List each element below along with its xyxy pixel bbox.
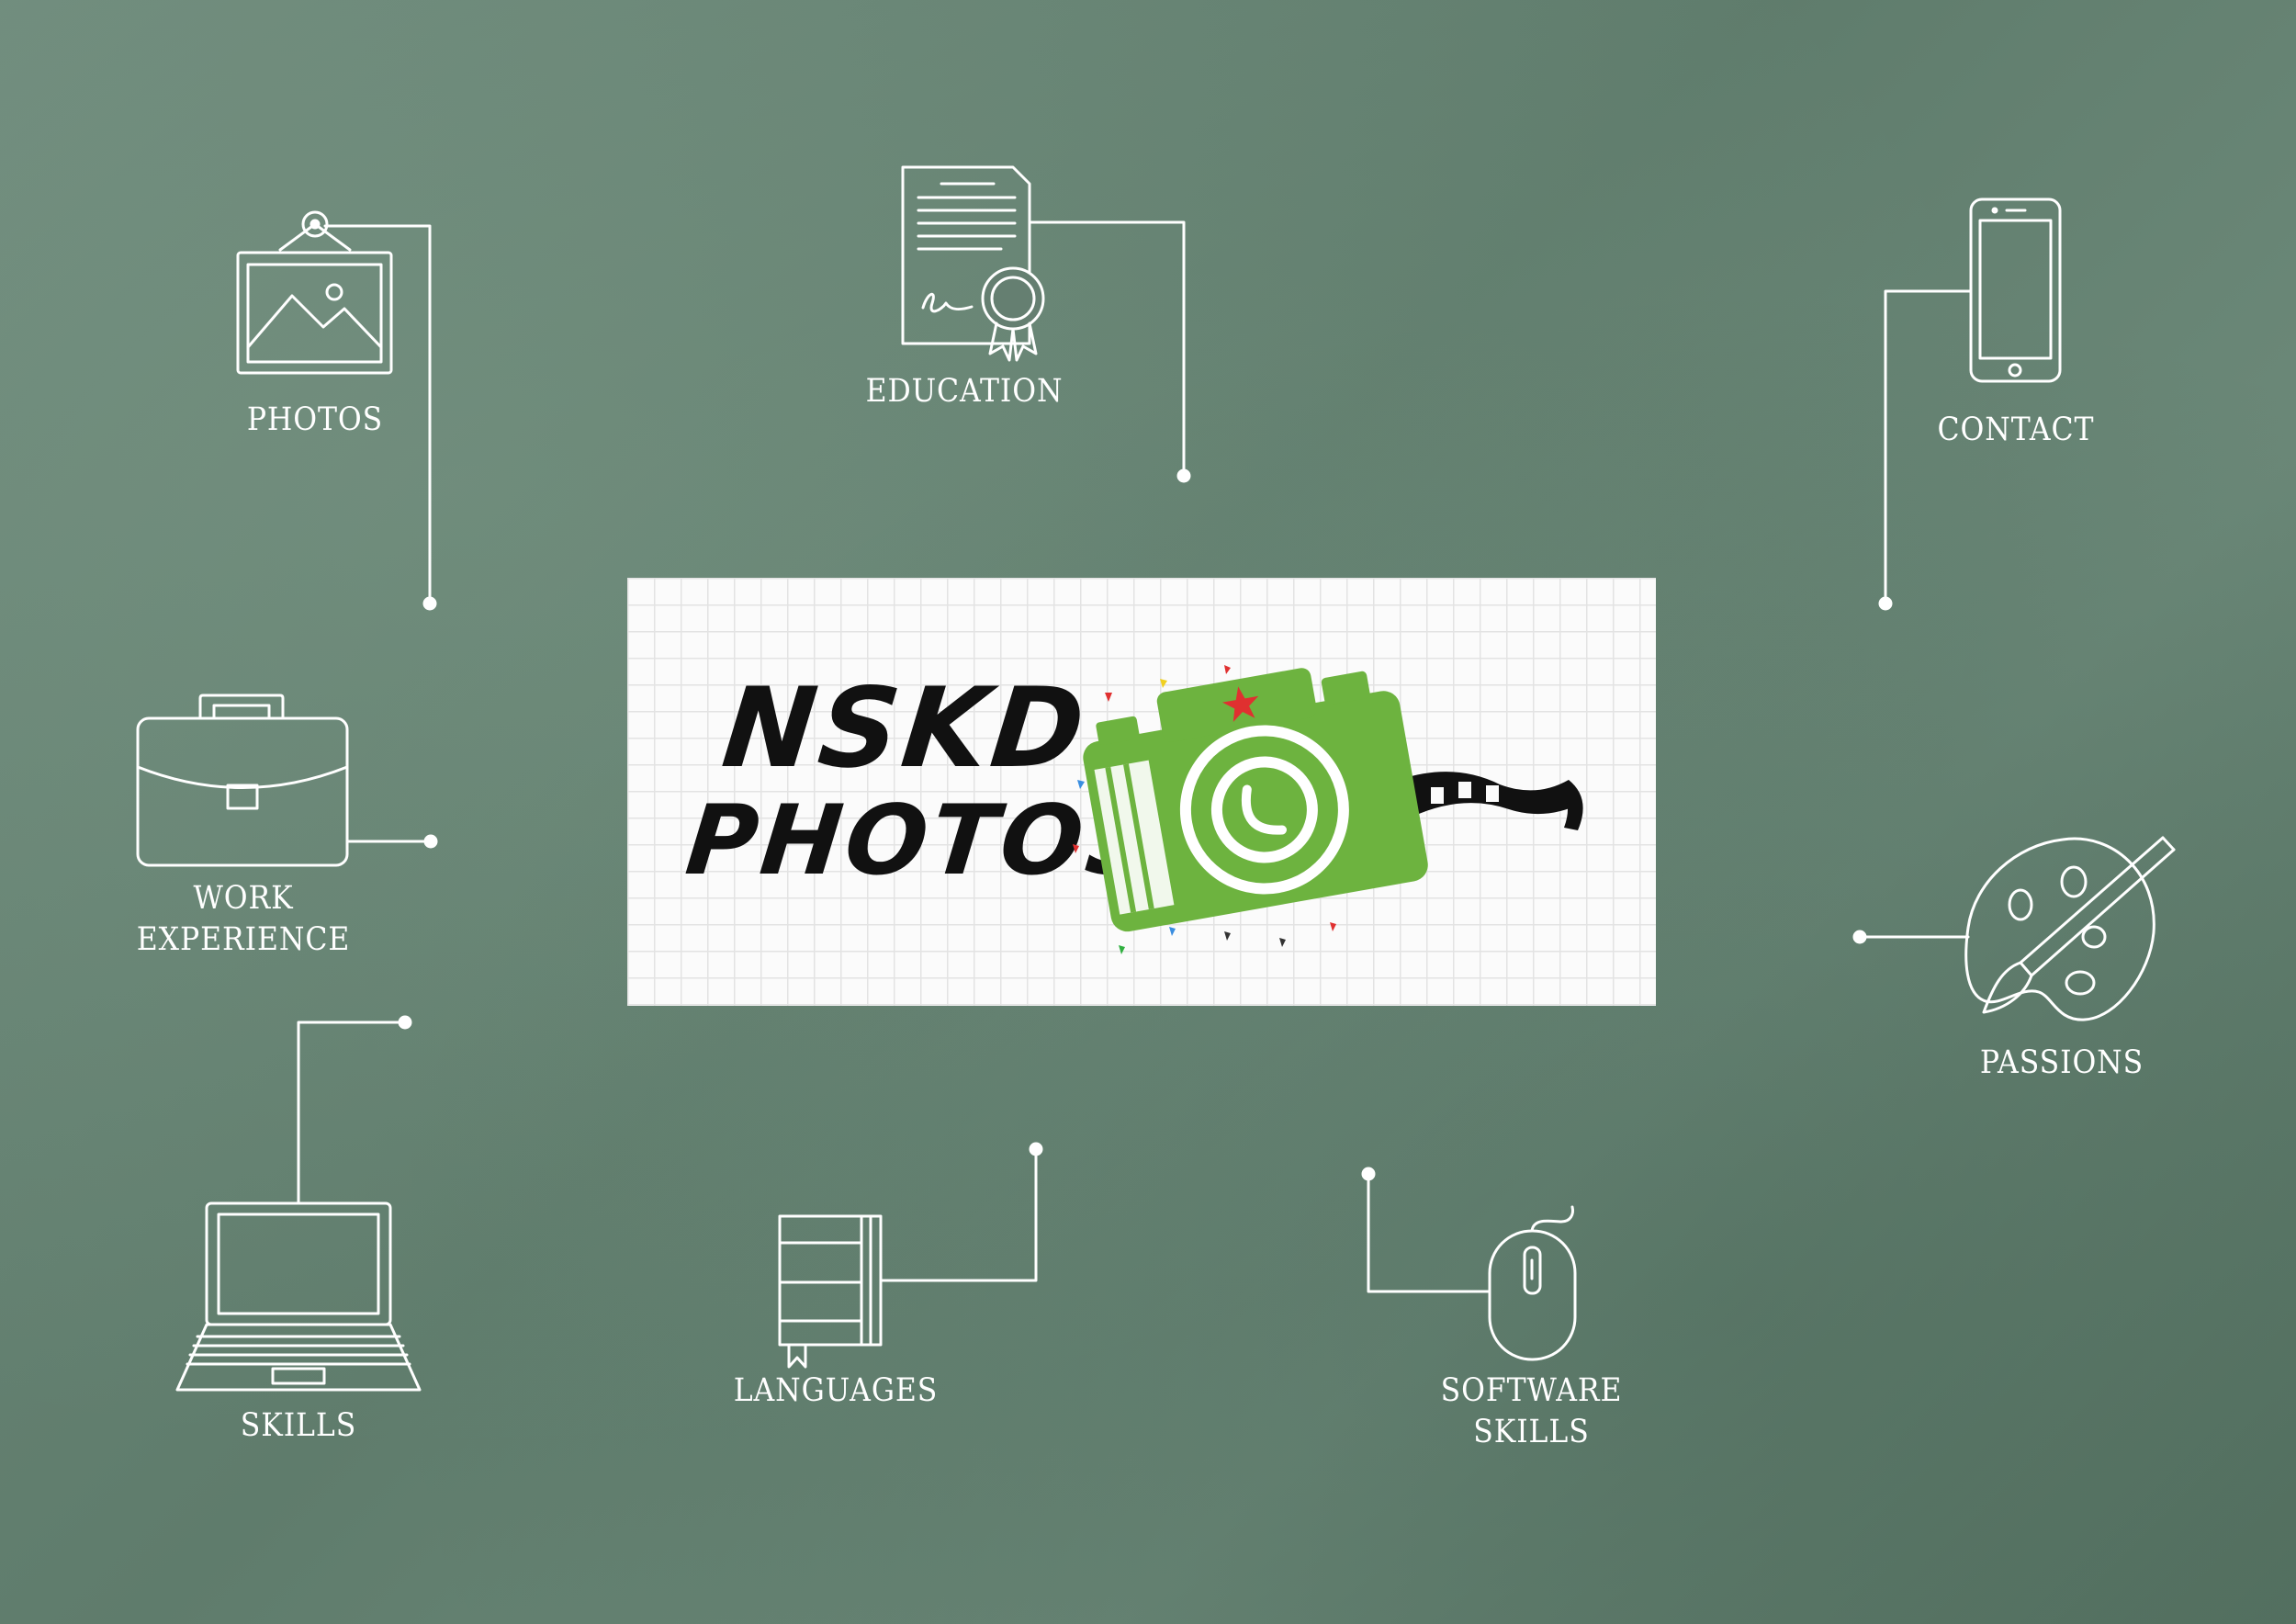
framed-picture-icon [236, 210, 393, 375]
book-icon [778, 1214, 883, 1369]
laptop-icon [175, 1201, 422, 1392]
photos-label: PHOTOS [246, 401, 384, 438]
camera-logo-icon [1073, 665, 1583, 954]
skills-connector-dot [398, 1015, 412, 1030]
smartphone-icon [1969, 197, 2062, 383]
software-skills-connector-dot [1361, 1167, 1376, 1181]
passions-label: PASSIONS [1979, 1044, 2144, 1081]
software-skills-label: SOFTWARE SKILLS [1440, 1372, 1623, 1450]
passions-connector-dot [1852, 930, 1867, 944]
skills-connector [297, 1021, 407, 1205]
palette-icon [1964, 836, 2176, 1021]
logo-title-line1: NSKD [716, 665, 1094, 793]
languages-label: LANGUAGES [733, 1372, 939, 1409]
languages-connector-dot [1029, 1142, 1043, 1156]
education-connector [1028, 220, 1186, 478]
film-strip-icon [1399, 772, 1583, 830]
contact-connector-dot [1878, 596, 1893, 611]
camera-body-icon [1083, 668, 1428, 932]
languages-connector [879, 1147, 1038, 1282]
photos-connector-dot [422, 596, 437, 611]
contact-label: CONTACT [1937, 412, 2095, 448]
mouse-icon [1488, 1205, 1577, 1361]
briefcase-icon [136, 694, 349, 867]
education-connector-dot [1176, 468, 1191, 483]
education-label: EDUCATION [865, 373, 1064, 410]
logo-card: NSKD PHOTOS [627, 578, 1656, 1006]
work-experience-label: WORK EXPERIENCE [136, 880, 351, 958]
certificate-icon [901, 165, 1045, 362]
skills-label: SKILLS [240, 1407, 357, 1444]
software-skills-connector [1367, 1172, 1491, 1293]
work-experience-connector-dot [423, 834, 438, 849]
